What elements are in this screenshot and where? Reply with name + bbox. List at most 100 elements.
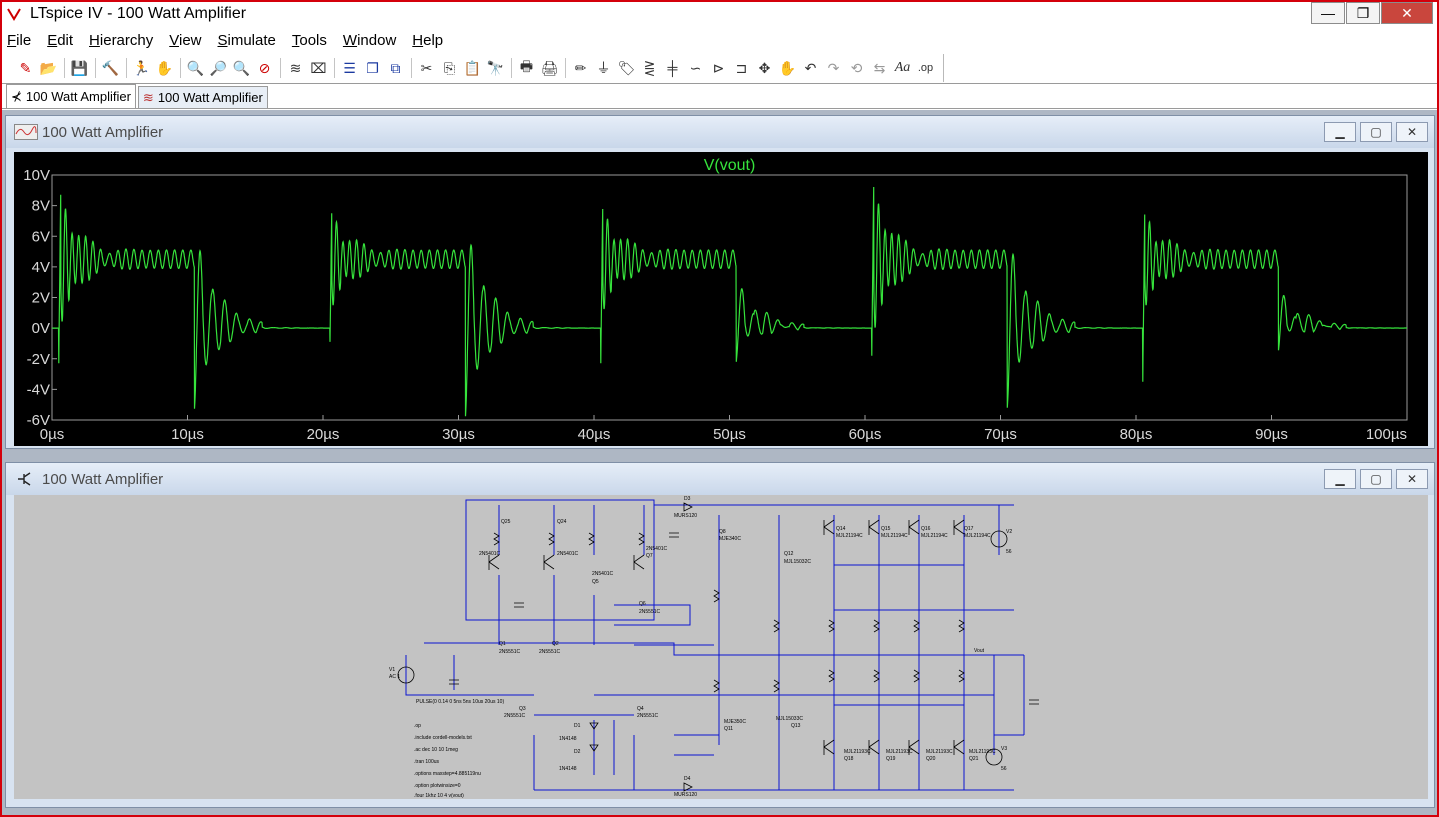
open-folder-icon[interactable]: 📂 xyxy=(37,57,60,79)
trace-vout[interactable] xyxy=(52,186,1407,417)
close-button[interactable]: ✕ xyxy=(1381,2,1433,24)
svg-text:Q15: Q15 xyxy=(881,526,891,532)
toolbar-separator xyxy=(507,57,515,79)
x-tick-label: 50µs xyxy=(713,426,746,443)
paste-icon[interactable]: 📋 xyxy=(461,57,484,79)
spice-directive-icon[interactable]: .op xyxy=(914,57,937,79)
undo-icon[interactable]: ↶ xyxy=(799,57,822,79)
x-tick-label: 0µs xyxy=(40,426,65,443)
svg-text:Q6: Q6 xyxy=(639,601,646,607)
zoom-out-icon[interactable]: 🔍 xyxy=(230,57,253,79)
svg-text:MURS120: MURS120 xyxy=(674,792,697,798)
svg-text:2N5551C: 2N5551C xyxy=(499,649,521,655)
zoom-in-icon[interactable]: 🔍 xyxy=(184,57,207,79)
cut-icon[interactable]: ✂ xyxy=(415,57,438,79)
trace-label[interactable]: V(vout) xyxy=(704,157,756,174)
amplifier-schematic[interactable]: Q25 2N5401C Q24 2N5401C Q7 2N5401C Q5 2N… xyxy=(14,495,1428,799)
svg-text:MJL21194C: MJL21194C xyxy=(836,533,863,539)
rotate-icon[interactable]: ⟲ xyxy=(845,57,868,79)
svg-text:MJL21193C: MJL21193C xyxy=(844,749,871,755)
tab-waveform[interactable]: ≋ 100 Watt Amplifier xyxy=(137,86,268,108)
svg-text:V2: V2 xyxy=(1006,529,1012,535)
maximize-button[interactable]: ▢ xyxy=(1360,469,1392,489)
resistor-icon[interactable]: ⋛ xyxy=(638,57,661,79)
svg-text:MJL15032C: MJL15032C xyxy=(784,559,811,565)
find-icon[interactable]: 🔭 xyxy=(484,57,507,79)
svg-text:56: 56 xyxy=(1006,549,1012,555)
plot-pane[interactable]: V(vout) 10V 8V 6V 4V 2V 0V -2V -4V -6V 0µs 10µs 20… xyxy=(14,152,1428,446)
svg-text:MJL21193C: MJL21193C xyxy=(926,749,953,755)
zoom-cancel-icon[interactable]: ⊘ xyxy=(253,57,276,79)
copy-icon[interactable]: ⎘ xyxy=(438,57,461,79)
tile-horizontal-icon[interactable]: ☰ xyxy=(338,57,361,79)
draw-wire-icon[interactable]: ✏ xyxy=(569,57,592,79)
waveform-window-titlebar[interactable]: 100 Watt Amplifier ▁ ▢ ✕ xyxy=(6,116,1434,148)
new-schematic-icon[interactable]: ✎ xyxy=(14,57,37,79)
menu-edit[interactable]: Edit xyxy=(47,32,73,49)
svg-text:MJL21194C: MJL21194C xyxy=(964,533,991,539)
svg-text:.include cordell-models.txt: .include cordell-models.txt xyxy=(414,735,472,741)
mirror-icon[interactable]: ⇆ xyxy=(868,57,891,79)
svg-text:Q12: Q12 xyxy=(784,551,794,557)
svg-text:Q24: Q24 xyxy=(557,519,567,525)
minimize-button[interactable]: — xyxy=(1311,2,1345,24)
zoom-pan-icon[interactable]: 🔎 xyxy=(207,57,230,79)
print-icon[interactable]: 🖨 xyxy=(538,57,561,79)
close-button[interactable]: ✕ xyxy=(1396,122,1428,142)
fft-icon[interactable]: ⌧ xyxy=(307,57,330,79)
menu-view[interactable]: View xyxy=(169,32,201,49)
text-icon[interactable]: Aa xyxy=(891,57,914,79)
menu-help[interactable]: Help xyxy=(412,32,443,49)
toolbar-separator xyxy=(60,57,68,79)
schematic-window-titlebar[interactable]: 100 Watt Amplifier ▁ ▢ ✕ xyxy=(6,463,1434,495)
svg-text:Q8: Q8 xyxy=(719,529,726,535)
toolbar: ✎ 📂 💾 🔨 🏃 ✋ 🔍 🔎 🔍 ⊘ ≋ ⌧ ☰ ❐ ⧉ ✂ ⎘ 📋 🔭 🖶 … xyxy=(2,54,944,82)
svg-text:MJL21193C: MJL21193C xyxy=(886,749,913,755)
menu-window[interactable]: Window xyxy=(343,32,396,49)
schematic-canvas[interactable]: Q25 2N5401C Q24 2N5401C Q7 2N5401C Q5 2N… xyxy=(14,495,1428,799)
x-tick-label: 100µs xyxy=(1366,426,1407,443)
control-panel-icon[interactable]: 🔨 xyxy=(99,57,122,79)
svg-text:Q25: Q25 xyxy=(501,519,511,525)
maximize-button[interactable]: ▢ xyxy=(1360,122,1392,142)
schematic-window[interactable]: 100 Watt Amplifier ▁ ▢ ✕ Q25 2N5401C Q24… xyxy=(5,462,1435,808)
autorange-icon[interactable]: ≋ xyxy=(284,57,307,79)
y-tick-label: 6V xyxy=(32,228,50,245)
cascade-icon[interactable]: ❐ xyxy=(361,57,384,79)
save-icon[interactable]: 💾 xyxy=(68,57,91,79)
menu-simulate[interactable]: Simulate xyxy=(218,32,276,49)
waveform-window-title: 100 Watt Amplifier xyxy=(42,124,164,141)
diode-icon[interactable]: ⊳ xyxy=(707,57,730,79)
capacitor-icon[interactable]: ╪ xyxy=(661,57,684,79)
toolbar-separator xyxy=(276,57,284,79)
svg-text:PULSE(0 0.14 0 5ns 5ns 10us 20: PULSE(0 0.14 0 5ns 5ns 10us 20us 10) xyxy=(416,699,504,705)
minimize-button[interactable]: ▁ xyxy=(1324,122,1356,142)
restore-button[interactable]: ❐ xyxy=(1346,2,1380,24)
inductor-icon[interactable]: ∽ xyxy=(684,57,707,79)
ground-icon[interactable]: ⏚ xyxy=(592,57,615,79)
menu-hierarchy[interactable]: Hierarchy xyxy=(89,32,153,49)
run-simulation-icon[interactable]: 🏃 xyxy=(130,57,153,79)
close-button[interactable]: ✕ xyxy=(1396,469,1428,489)
label-net-icon[interactable]: 🏷 xyxy=(615,57,638,79)
menu-tools[interactable]: Tools xyxy=(292,32,327,49)
menu-file[interactable]: File xyxy=(7,32,31,49)
svg-text:2N5401C: 2N5401C xyxy=(592,571,614,577)
tab-label: 100 Watt Amplifier xyxy=(157,90,263,105)
tab-schematic[interactable]: ⊀ 100 Watt Amplifier xyxy=(6,84,136,108)
move-icon[interactable]: ✥ xyxy=(753,57,776,79)
waveform-window[interactable]: 100 Watt Amplifier ▁ ▢ ✕ V(vout) 10V 8V 6V… xyxy=(5,115,1435,449)
svg-text:2N5401C: 2N5401C xyxy=(479,551,501,557)
y-tick-label: 10V xyxy=(23,167,50,184)
halt-icon[interactable]: ✋ xyxy=(153,57,176,79)
svg-text:.ac dec 10 10 1meg: .ac dec 10 10 1meg xyxy=(414,747,458,753)
minimize-button[interactable]: ▁ xyxy=(1324,469,1356,489)
waveform-plot[interactable]: V(vout) 10V8V6V4V2V0V-2V-4V-6V 0µs 10µs 20… xyxy=(14,152,1428,446)
drag-icon[interactable]: ✋ xyxy=(776,57,799,79)
svg-text:2N5551C: 2N5551C xyxy=(539,649,561,655)
component-icon[interactable]: ⊐ xyxy=(730,57,753,79)
svg-text:MURS120: MURS120 xyxy=(674,513,697,519)
print-preview-icon[interactable]: 🖶 xyxy=(515,57,538,79)
close-all-icon[interactable]: ⧉ xyxy=(384,57,407,79)
redo-icon[interactable]: ↷ xyxy=(822,57,845,79)
